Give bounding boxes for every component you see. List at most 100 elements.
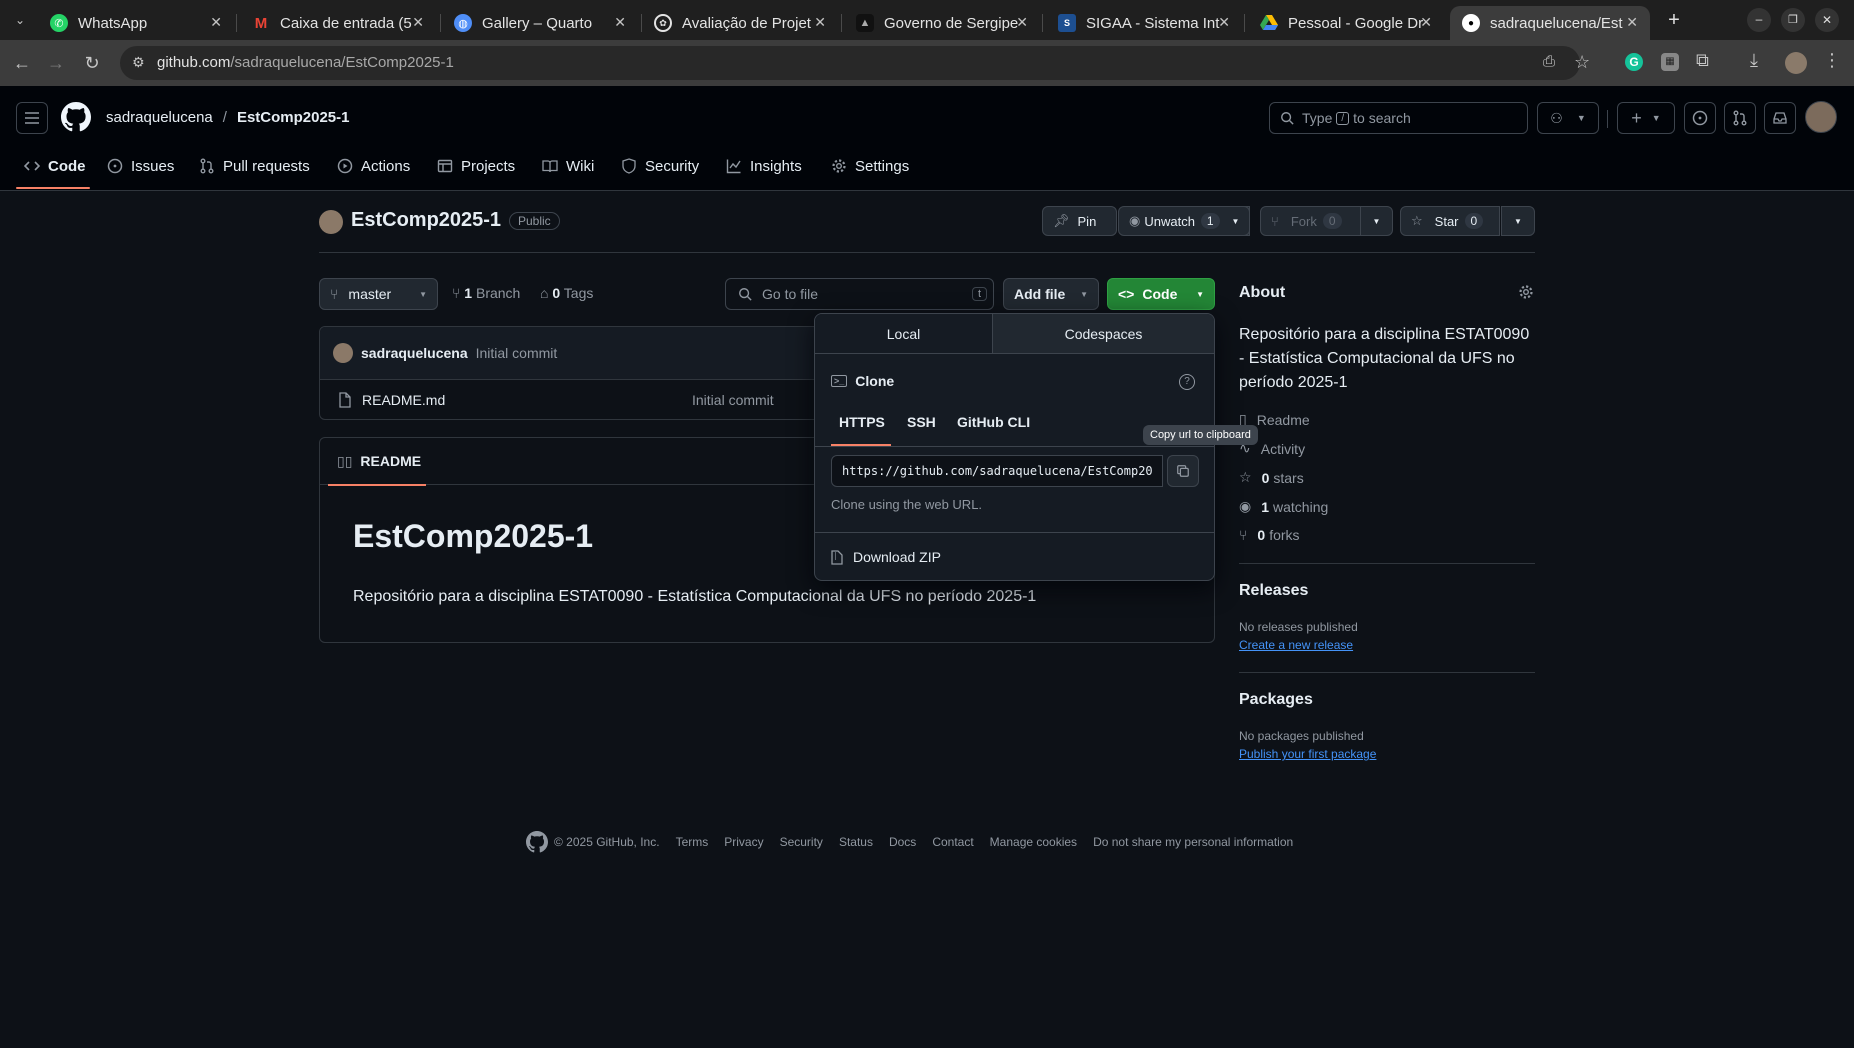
browser-tab-sigaa[interactable]: S SIGAA - Sistema Int ✕	[1046, 6, 1242, 40]
search-input[interactable]: Type / to search	[1269, 102, 1528, 134]
github-logo-icon[interactable]	[61, 102, 91, 132]
close-tab-icon[interactable]: ✕	[210, 14, 222, 31]
create-new-button[interactable]: + ▼	[1617, 102, 1675, 134]
tab-search-button[interactable]: ⌄	[10, 10, 30, 30]
publish-package-link[interactable]: Publish your first package	[1239, 747, 1376, 761]
tab-security[interactable]: Security	[621, 149, 699, 183]
address-bar[interactable]: ⚙ github.com/sadraquelucena/EstComp2025-…	[120, 46, 1580, 80]
download-zip-item[interactable]: Download ZIP	[831, 549, 941, 565]
protocol-tab-https[interactable]: HTTPS	[839, 414, 885, 430]
star-button[interactable]: ☆ Star 0	[1400, 206, 1500, 236]
close-tab-icon[interactable]: ✕	[1420, 14, 1432, 31]
issues-button[interactable]	[1684, 102, 1716, 134]
repo-owner-avatar[interactable]	[319, 210, 343, 234]
go-to-file-input[interactable]: Go to file t	[725, 278, 994, 310]
back-icon[interactable]: ←	[12, 53, 32, 73]
footer-link-terms[interactable]: Terms	[676, 835, 709, 849]
tab-pull-requests[interactable]: Pull requests	[199, 149, 310, 183]
copilot-button[interactable]: ⚇ ▼	[1537, 102, 1599, 134]
commit-author-avatar[interactable]	[333, 343, 353, 363]
footer-link-privacy[interactable]: Privacy	[724, 835, 763, 849]
branches-link[interactable]: ⑂ 1 Branch	[452, 285, 520, 301]
branch-selector[interactable]: ⑂ master ▼	[319, 278, 438, 310]
close-tab-icon[interactable]: ✕	[1016, 14, 1028, 31]
fork-button[interactable]: ⑂ Fork 0	[1260, 206, 1374, 236]
bookmark-star-icon[interactable]: ☆	[1574, 52, 1590, 73]
code-button[interactable]: <> Code ▼	[1107, 278, 1215, 310]
profile-avatar-icon[interactable]	[1785, 52, 1807, 74]
add-file-button[interactable]: Add file ▼	[1003, 278, 1099, 310]
watch-dropdown-button[interactable]: ▼	[1222, 206, 1250, 236]
github-logo-icon[interactable]	[526, 831, 548, 853]
tab-actions[interactable]: Actions	[337, 149, 410, 183]
releases-title[interactable]: Releases	[1239, 582, 1308, 600]
downloads-icon[interactable]: ⤓	[1750, 50, 1758, 71]
footer-link-do-not-share[interactable]: Do not share my personal information	[1093, 835, 1293, 849]
close-tab-icon[interactable]: ✕	[412, 14, 424, 31]
pin-button[interactable]: 📌︎ Pin	[1042, 206, 1117, 236]
create-release-link[interactable]: Create a new release	[1239, 638, 1353, 652]
new-tab-button[interactable]: +	[1662, 8, 1686, 32]
browser-tab-github[interactable]: ● sadraquelucena/Est ✕	[1450, 6, 1650, 40]
commit-author[interactable]: sadraquelucena	[361, 345, 468, 361]
footer-link-contact[interactable]: Contact	[932, 835, 973, 849]
site-info-icon[interactable]: ⚙	[132, 54, 145, 71]
watching-link[interactable]: ◉ 1 watching	[1239, 498, 1328, 515]
close-window-icon[interactable]: ✕	[1815, 8, 1839, 32]
forward-icon[interactable]: →	[46, 53, 66, 73]
close-tab-icon[interactable]: ✕	[1218, 14, 1230, 31]
file-name[interactable]: README.md	[362, 392, 692, 408]
protocol-tab-ssh[interactable]: SSH	[907, 414, 936, 430]
tab-wiki[interactable]: Wiki	[542, 149, 594, 183]
user-avatar[interactable]	[1805, 101, 1837, 133]
tab-codespaces[interactable]: Codespaces	[993, 314, 1214, 353]
browser-tab-drive[interactable]: Pessoal - Google Dr ✕	[1248, 6, 1444, 40]
pull-requests-button[interactable]	[1724, 102, 1756, 134]
copy-url-button[interactable]	[1167, 455, 1199, 487]
footer-link-manage-cookies[interactable]: Manage cookies	[990, 835, 1077, 849]
grammarly-extension-icon[interactable]: G	[1625, 53, 1643, 71]
tab-issues[interactable]: Issues	[107, 149, 174, 183]
install-app-icon[interactable]: ⎙	[1543, 53, 1555, 70]
stars-link[interactable]: ☆ 0 stars	[1239, 469, 1304, 486]
forks-link[interactable]: ⑂ 0 forks	[1239, 527, 1300, 543]
tab-local[interactable]: Local	[815, 314, 993, 353]
close-tab-icon[interactable]: ✕	[1626, 14, 1638, 31]
minimize-icon[interactable]: –	[1747, 8, 1771, 32]
extension-icon[interactable]: ▦	[1661, 53, 1679, 71]
protocol-tab-github-cli[interactable]: GitHub CLI	[957, 414, 1030, 430]
browser-tab-chatgpt[interactable]: ✿ Avaliação de Projet ✕	[642, 6, 838, 40]
about-settings-gear-icon[interactable]	[1518, 284, 1534, 300]
reload-icon[interactable]: ↻	[82, 53, 102, 73]
browser-menu-icon[interactable]: ⋮	[1823, 50, 1841, 71]
tab-insights[interactable]: Insights	[726, 149, 802, 183]
star-dropdown-button[interactable]: ▼	[1501, 206, 1535, 236]
extensions-puzzle-icon[interactable]: ⧉	[1696, 50, 1709, 71]
browser-tab-gmail[interactable]: M Caixa de entrada (5 ✕	[240, 6, 436, 40]
tab-projects[interactable]: Projects	[437, 149, 515, 183]
packages-title[interactable]: Packages	[1239, 691, 1313, 709]
footer-link-status[interactable]: Status	[839, 835, 873, 849]
browser-tab-quarto[interactable]: ◍ Gallery – Quarto ✕	[442, 6, 638, 40]
tab-settings[interactable]: Settings	[831, 149, 909, 183]
tab-code[interactable]: Code	[24, 149, 86, 183]
help-question-icon[interactable]: ?	[1179, 374, 1195, 390]
footer-link-docs[interactable]: Docs	[889, 835, 916, 849]
hamburger-menu-button[interactable]	[16, 102, 48, 134]
readme-tab[interactable]: README	[360, 453, 421, 469]
repo-title[interactable]: EstComp2025-1	[351, 209, 501, 232]
browser-tab-whatsapp[interactable]: ✆ WhatsApp ✕	[38, 6, 234, 40]
fork-dropdown-button[interactable]: ▼	[1360, 206, 1393, 236]
restore-icon[interactable]: ❐	[1781, 8, 1805, 32]
close-tab-icon[interactable]: ✕	[614, 14, 626, 31]
clone-url-input[interactable]	[831, 455, 1163, 487]
browser-tab-sergipe[interactable]: ▲ Governo de Sergipe ✕	[844, 6, 1040, 40]
owner-link[interactable]: sadraquelucena	[106, 109, 213, 126]
tags-link[interactable]: ⌂ 0 Tags	[540, 285, 593, 301]
repo-link[interactable]: EstComp2025-1	[237, 109, 350, 126]
inbox-button[interactable]	[1764, 102, 1796, 134]
file-commit-message[interactable]: Initial commit	[692, 392, 774, 408]
close-tab-icon[interactable]: ✕	[814, 14, 826, 31]
commit-message[interactable]: Initial commit	[476, 345, 558, 361]
footer-link-security[interactable]: Security	[780, 835, 823, 849]
